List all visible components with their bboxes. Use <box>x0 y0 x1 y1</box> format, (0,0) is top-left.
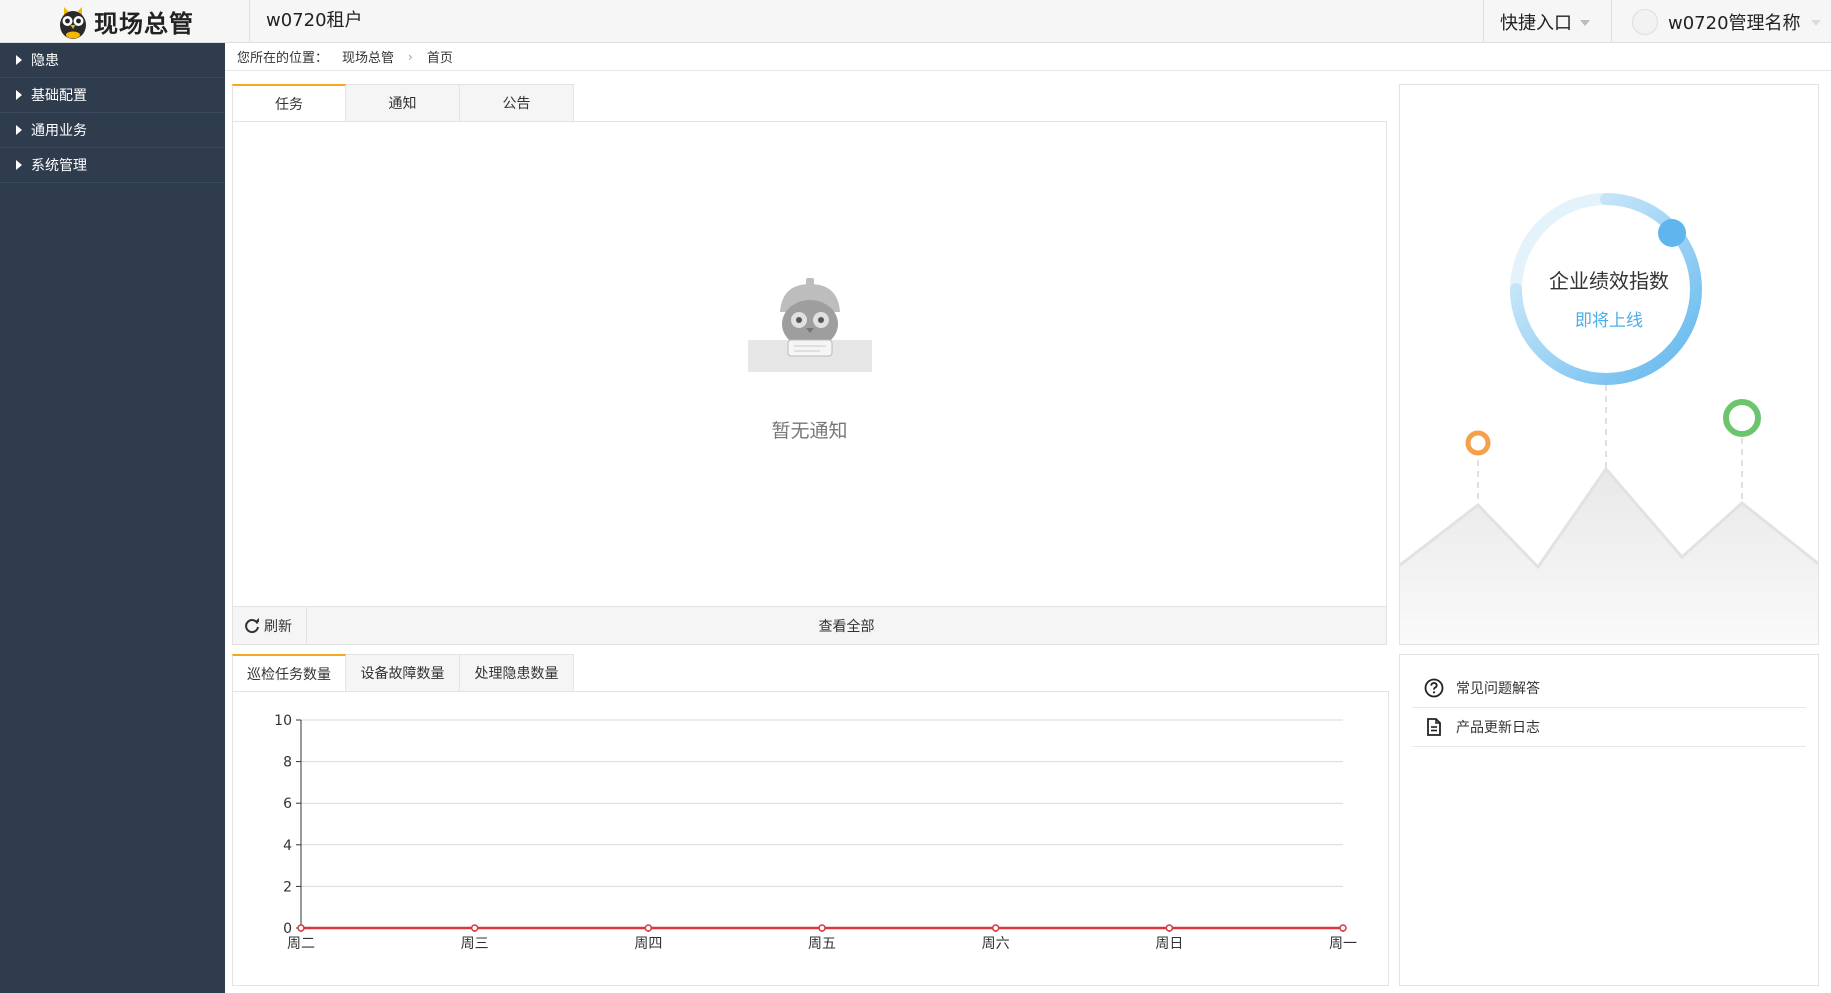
chart-tabs: 巡检任务数量 设备故障数量 处理隐患数量 <box>232 654 574 692</box>
chevron-down-icon <box>1580 19 1590 26</box>
avatar <box>1632 8 1658 35</box>
empty-state: 暂无通知 <box>233 272 1386 443</box>
x-tick-label: 周三 <box>461 936 489 952</box>
help-item-label: 常见问题解答 <box>1456 681 1540 697</box>
tab-task[interactable]: 任务 <box>232 84 346 122</box>
quick-entry-dropdown[interactable]: 快捷入口 <box>1483 0 1611 43</box>
data-point[interactable] <box>1339 924 1347 932</box>
sidebar-item-basic-config[interactable]: 基础配置 <box>0 78 225 113</box>
question-circle-icon <box>1424 678 1444 698</box>
user-menu[interactable]: w0720管理名称 <box>1611 0 1831 43</box>
y-tick-label: 0 <box>283 921 292 937</box>
x-tick-label: 周二 <box>287 936 315 952</box>
performance-card: 企业绩效指数 即将上线 <box>1399 84 1819 645</box>
changelog-link[interactable]: 产品更新日志 <box>1412 708 1806 747</box>
breadcrumb-item-home-module[interactable]: 现场总管 <box>342 47 394 66</box>
help-item-label: 产品更新日志 <box>1456 720 1540 736</box>
x-tick-label: 周一 <box>1329 936 1357 952</box>
data-point[interactable] <box>1165 924 1174 932</box>
y-tick-label: 6 <box>283 796 292 812</box>
top-header: 现场总管 w0720租户 快捷入口 w0720管理名称 <box>0 0 1831 43</box>
notice-panel: 暂无通知 刷新 查看全部 <box>232 121 1387 645</box>
refresh-icon <box>245 617 259 633</box>
chart-panel: 0 2 4 6 8 10 周二 周三 周四 周五 周六 周日 周一 <box>232 691 1389 986</box>
tab-equipment-faults[interactable]: 设备故障数量 <box>346 654 460 692</box>
breadcrumb-prefix: 您所在的位置： <box>237 51 329 66</box>
performance-subtitle: 即将上线 <box>1575 311 1643 331</box>
breadcrumb: 您所在的位置： 现场总管 › 首页 <box>225 43 1831 71</box>
data-point[interactable] <box>644 924 653 932</box>
user-name: w0720管理名称 <box>1668 12 1801 34</box>
help-list: 常见问题解答 产品更新日志 <box>1412 669 1806 747</box>
document-icon <box>1427 718 1441 736</box>
sidebar-item-system-management[interactable]: 系统管理 <box>0 148 225 183</box>
tab-inspection-tasks[interactable]: 巡检任务数量 <box>232 654 346 692</box>
sidebar-item-label: 隐患 <box>31 53 59 69</box>
y-tick-label: 4 <box>283 838 292 854</box>
tab-notification[interactable]: 通知 <box>346 84 460 122</box>
empty-mascot-icon <box>747 278 872 372</box>
sidebar-item-label: 通用业务 <box>31 123 87 139</box>
tab-handled-hazards[interactable]: 处理隐患数量 <box>460 654 574 692</box>
x-tick-label: 周日 <box>1155 936 1183 952</box>
y-tick-label: 8 <box>283 755 292 771</box>
empty-message: 暂无通知 <box>771 420 848 442</box>
tenant-name: w0720租户 <box>266 10 363 31</box>
tab-announcement[interactable]: 公告 <box>460 84 574 122</box>
notice-footer: 刷新 查看全部 <box>233 606 1386 645</box>
logo-text: 现场总管 <box>94 10 194 38</box>
view-all-button[interactable]: 查看全部 <box>307 616 1386 636</box>
y-tick-label: 2 <box>283 879 292 895</box>
refresh-button[interactable]: 刷新 <box>233 606 307 645</box>
data-point[interactable] <box>991 924 1000 932</box>
data-point[interactable] <box>297 924 305 932</box>
caret-right-icon <box>16 125 22 135</box>
sidebar-item-general-business[interactable]: 通用业务 <box>0 113 225 148</box>
header-right-menu: 快捷入口 w0720管理名称 <box>1483 0 1831 43</box>
chevron-down-icon <box>1810 19 1821 26</box>
performance-illustration <box>1400 193 1818 644</box>
sidebar-item-label: 系统管理 <box>31 158 87 174</box>
y-tick-label: 10 <box>274 713 292 729</box>
caret-right-icon <box>16 160 22 170</box>
x-tick-label: 周五 <box>808 936 836 952</box>
quick-entry-label: 快捷入口 <box>1500 12 1572 34</box>
faq-link[interactable]: 常见问题解答 <box>1412 669 1806 708</box>
data-point[interactable] <box>818 924 826 932</box>
help-panel: 常见问题解答 产品更新日志 <box>1399 654 1819 986</box>
performance-title: 企业绩效指数 <box>1549 269 1669 293</box>
caret-right-icon <box>16 55 22 65</box>
breadcrumb-item-current: 首页 <box>426 51 453 66</box>
owl-logo-icon <box>60 6 86 39</box>
x-tick-label: 周六 <box>982 936 1010 952</box>
x-tick-label: 周四 <box>634 936 662 952</box>
sidebar-item-label: 基础配置 <box>31 88 87 104</box>
data-point[interactable] <box>470 924 479 932</box>
notice-tabs: 任务 通知 公告 <box>232 84 574 122</box>
sidebar-item-hazard[interactable]: 隐患 <box>0 43 225 78</box>
line-chart: 0 2 4 6 8 10 周二 周三 周四 周五 周六 周日 周一 <box>274 713 1357 952</box>
app-logo[interactable]: 现场总管 <box>0 0 250 43</box>
caret-right-icon <box>16 90 22 100</box>
refresh-label: 刷新 <box>264 618 292 635</box>
chevron-right-icon: › <box>408 49 413 64</box>
sidebar: 隐患 基础配置 通用业务 系统管理 <box>0 43 225 993</box>
